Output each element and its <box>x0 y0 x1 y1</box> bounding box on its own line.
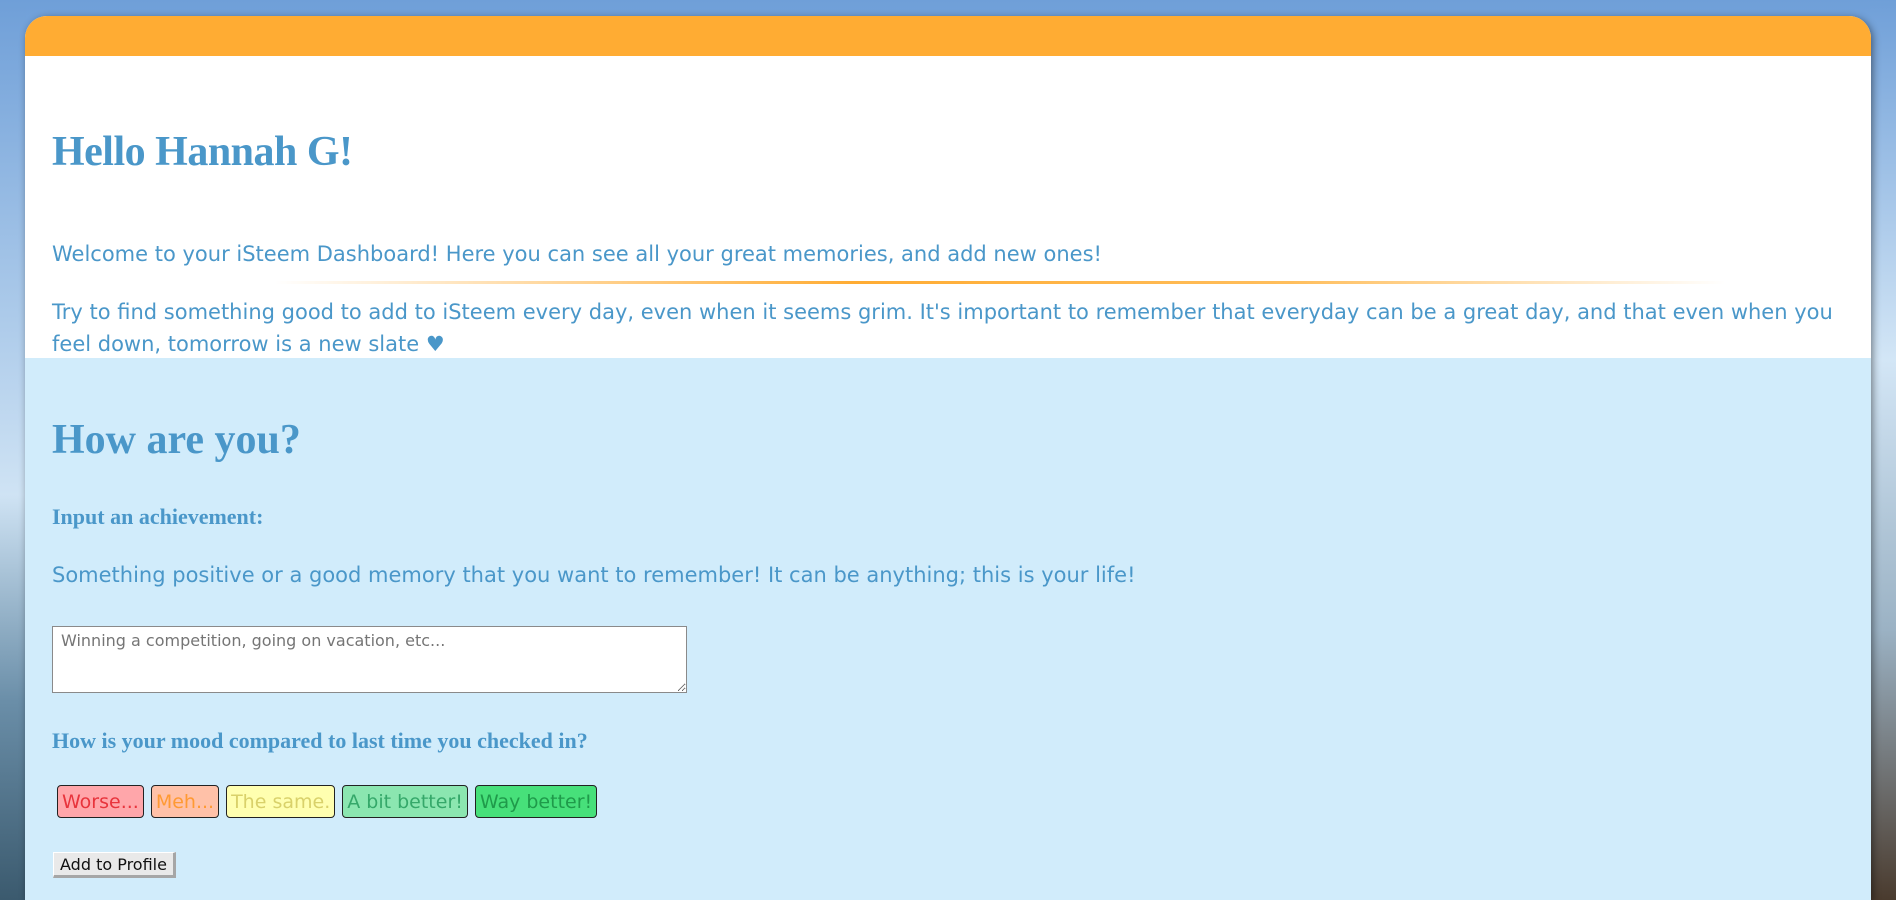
achievement-input[interactable] <box>52 626 687 693</box>
dashboard-panel: Hello Hannah G! Welcome to your iSteem D… <box>25 16 1871 900</box>
mood-bit-better-button[interactable]: A bit better! <box>342 785 468 818</box>
achievement-label: Input an achievement: <box>52 504 264 529</box>
mood-way-better-button[interactable]: Way better! <box>474 785 598 818</box>
welcome-text: Welcome to your iSteem Dashboard! Here y… <box>52 242 1102 266</box>
mood-options: Worse... Meh... The same. A bit better! … <box>57 785 598 818</box>
welcome-section: Hello Hannah G! Welcome to your iSteem D… <box>25 56 1871 358</box>
background-left <box>0 0 26 900</box>
mood-same-button[interactable]: The same. <box>226 785 336 818</box>
top-accent-bar <box>25 16 1871 56</box>
reminder-text: Try to find something good to add to iSt… <box>52 300 1833 356</box>
add-to-profile-button[interactable]: Add to Profile <box>53 852 176 878</box>
greeting-heading: Hello Hannah G! <box>52 129 353 175</box>
achievement-help-text: Something positive or a good memory that… <box>52 563 1136 587</box>
checkin-section: How are you? Input an achievement: Somet… <box>25 358 1871 900</box>
mood-worse-button[interactable]: Worse... <box>57 785 144 818</box>
divider <box>275 281 1725 284</box>
checkin-title: How are you? <box>52 417 301 463</box>
mood-label: How is your mood compared to last time y… <box>52 728 588 753</box>
mood-meh-button[interactable]: Meh... <box>150 785 220 818</box>
background-right <box>1870 0 1896 900</box>
